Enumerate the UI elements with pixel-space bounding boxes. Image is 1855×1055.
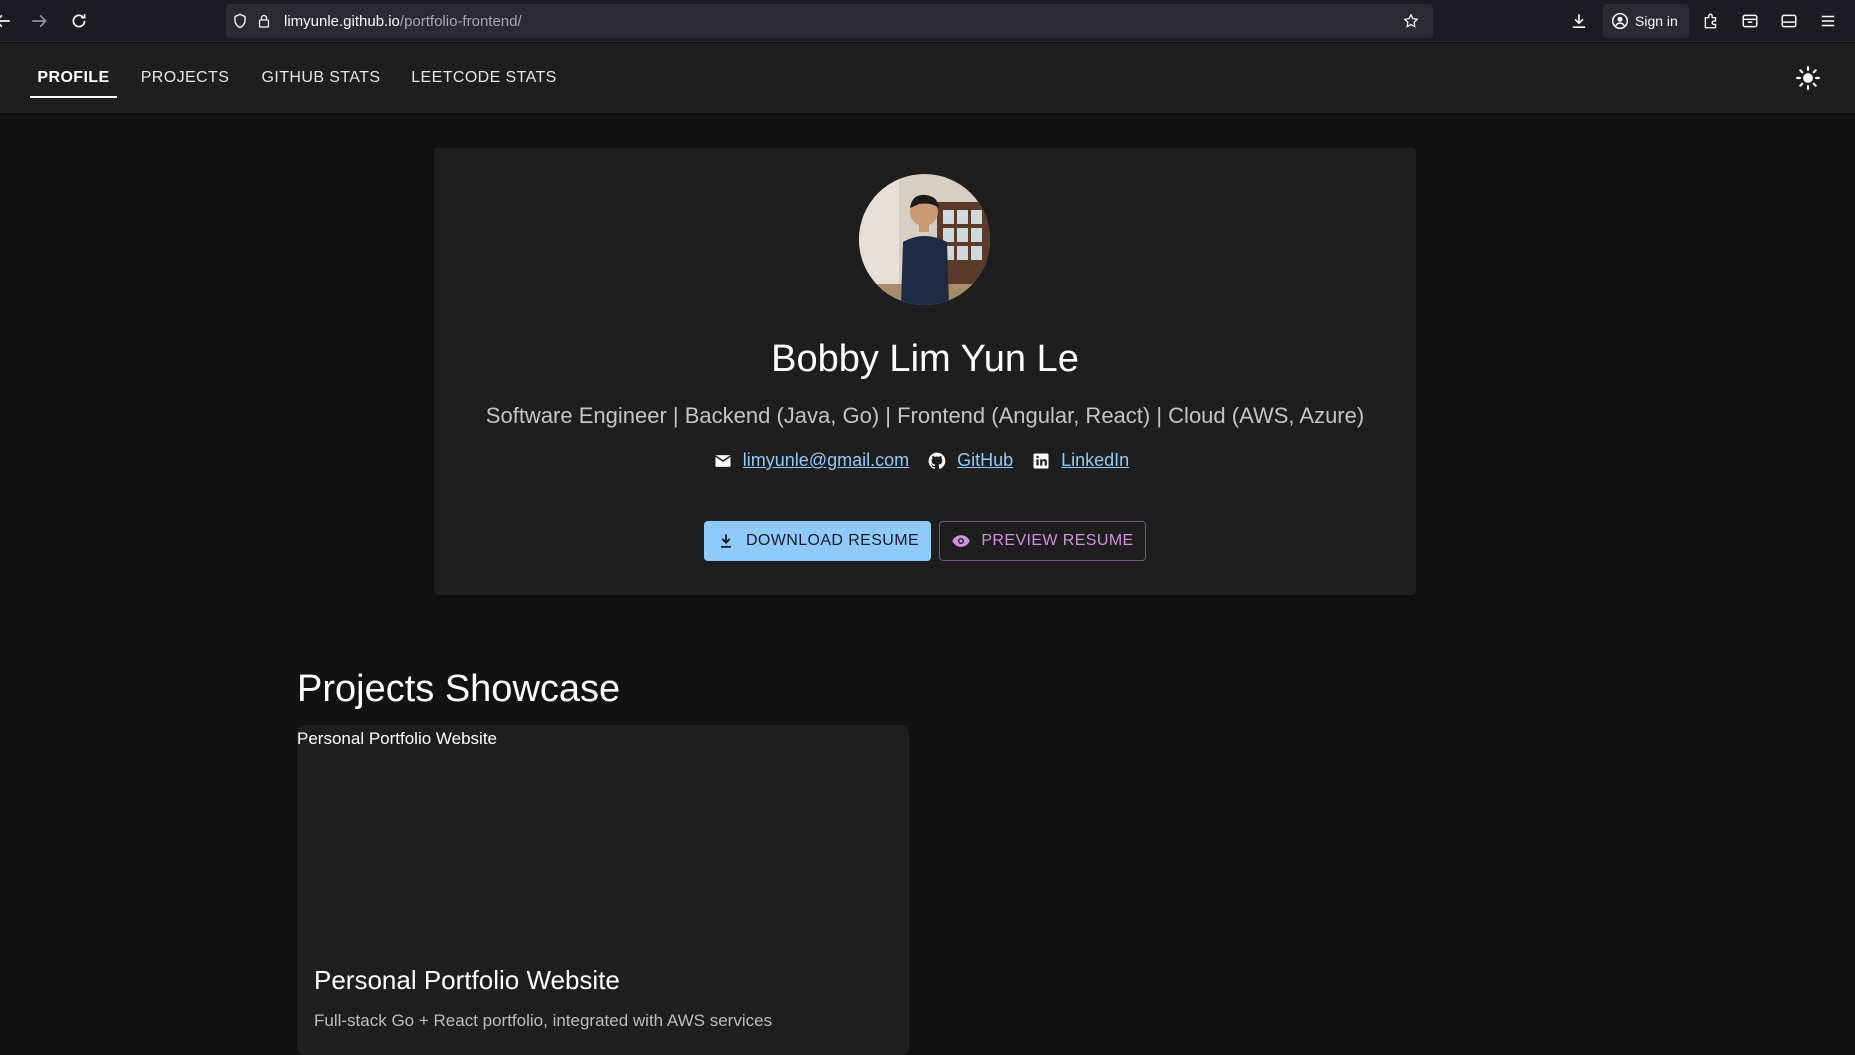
contact-links: limyunle@gmail.com GitHub LinkedIn [434,450,1416,471]
download-resume-label: DOWNLOAD RESUME [745,532,920,549]
profile-card: Bobby Lim Yun Le Software Engineer | Bac… [434,148,1416,595]
account-icon [1611,12,1629,30]
linkedin-icon [1033,453,1049,468]
address-bar[interactable]: limyunle.github.io/portfolio-frontend/ [226,4,1433,38]
tab-label: LEETCODE STATS [411,69,557,86]
puzzle-icon [1704,13,1717,29]
url-domain: limyunle.github.io [284,12,400,30]
browser-toolbar: limyunle.github.io/portfolio-frontend/ S… [0,0,1855,42]
sun-icon [1796,66,1820,90]
github-link[interactable]: GitHub [957,450,1013,471]
sidebar-icon [1781,14,1797,28]
sign-in-button[interactable]: Sign in [1603,4,1689,38]
tab-profile[interactable]: PROFILE [30,43,117,113]
project-title: Personal Portfolio Website [314,965,620,995]
avatar [859,174,990,305]
theme-toggle-button[interactable] [1790,60,1826,96]
box-icon [1742,14,1758,28]
profile-tagline: Software Engineer | Backend (Java, Go) |… [485,403,1365,428]
email-link[interactable]: limyunle@gmail.com [743,450,909,471]
tab-label: PROJECTS [140,69,230,86]
reload-button[interactable] [64,6,94,36]
back-arrow-icon [0,14,10,28]
extensions-button[interactable] [1696,6,1726,36]
active-tab-indicator [30,96,117,98]
linkedin-contact: LinkedIn [1031,450,1129,471]
preview-resume-button[interactable]: PREVIEW RESUME [939,521,1146,561]
reload-icon [72,14,86,28]
tab-leetcode-stats[interactable]: LEETCODE STATS [402,43,566,113]
back-button[interactable] [0,6,18,36]
sign-in-label: Sign in [1635,13,1678,29]
github-icon [928,452,946,469]
project-description: Full-stack Go + React portfolio, integra… [314,1011,773,1030]
github-contact: GitHub [927,450,1013,471]
sidebar-button[interactable] [1774,6,1804,36]
tab-projects[interactable]: PROJECTS [130,43,240,113]
url-path: /portfolio-frontend/ [399,12,522,30]
forward-button[interactable] [24,6,54,36]
menu-button[interactable] [1813,6,1843,36]
email-contact: limyunle@gmail.com [713,450,909,471]
lock-icon[interactable] [250,7,278,35]
download-icon [1572,14,1586,28]
app-bar: PROFILE PROJECTS GITHUB STATS LEETCODE S… [0,43,1855,113]
hamburger-icon [1821,15,1835,27]
linkedin-link[interactable]: LinkedIn [1061,450,1129,471]
preview-resume-label: PREVIEW RESUME [981,532,1134,549]
project-card[interactable]: Personal Portfolio Website Personal Port… [297,725,909,1055]
tab-label: GITHUB STATS [261,69,381,86]
url-text[interactable]: limyunle.github.io/portfolio-frontend/ [284,13,522,30]
profile-name: Bobby Lim Yun Le [771,338,1079,380]
email-icon [714,454,731,467]
eye-icon [952,535,971,547]
download-icon [720,534,731,548]
tab-github-stats[interactable]: GITHUB STATS [250,43,392,113]
downloads-button[interactable] [1564,6,1594,36]
tab-label: PROFILE [37,69,110,86]
bookmark-star-icon[interactable] [1397,7,1425,35]
download-resume-button[interactable]: DOWNLOAD RESUME [704,521,931,561]
projects-heading: Projects Showcase [297,668,621,710]
project-image-alt-text: Personal Portfolio Website [297,729,498,748]
forward-arrow-icon [32,14,47,28]
containers-button[interactable] [1735,6,1765,36]
